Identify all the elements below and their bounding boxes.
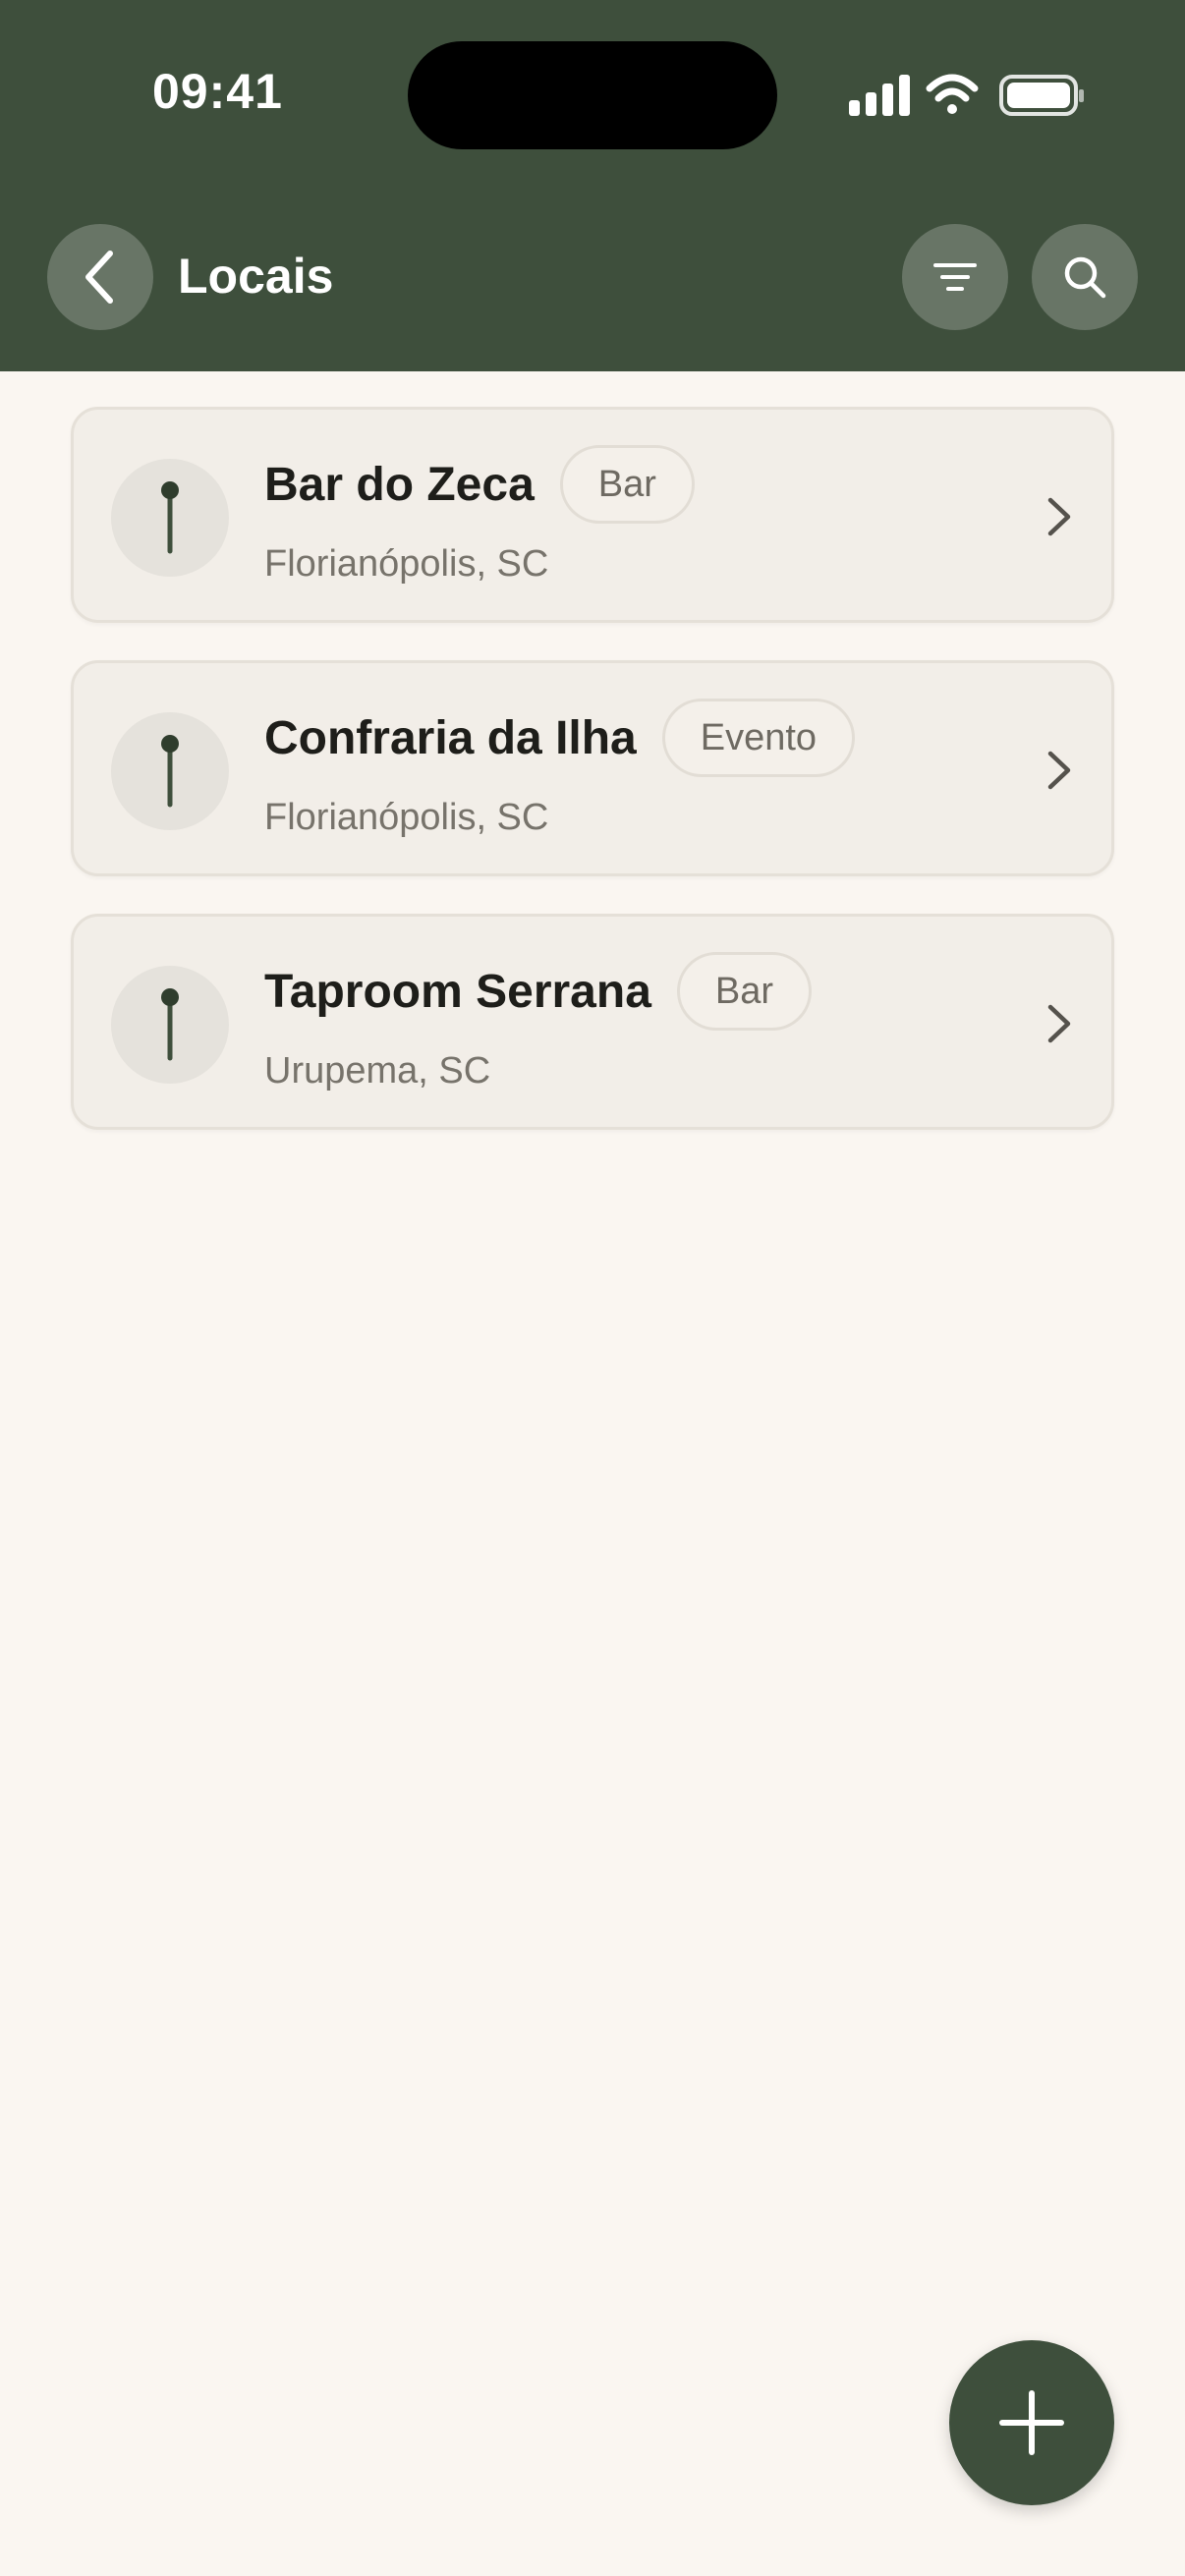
filter-icon xyxy=(933,263,977,291)
status-icons xyxy=(849,74,1084,116)
place-location: Florianópolis, SC xyxy=(264,797,549,838)
add-place-button[interactable] xyxy=(949,2340,1114,2505)
pin-icon xyxy=(161,988,179,1061)
place-location: Urupema, SC xyxy=(264,1050,491,1092)
pin-icon xyxy=(161,735,179,808)
signal-icon xyxy=(849,75,910,116)
place-card[interactable]: Confraria da Ilha Evento Florianópolis, … xyxy=(71,660,1114,876)
pin-avatar xyxy=(111,966,229,1084)
place-name: Bar do Zeca xyxy=(264,458,535,511)
battery-icon xyxy=(999,75,1084,116)
app-header: 09:41 Locais xyxy=(0,0,1185,371)
dynamic-island xyxy=(408,41,777,149)
wifi-icon xyxy=(926,74,979,114)
chevron-right-icon xyxy=(1047,751,1071,790)
filter-button[interactable] xyxy=(902,224,1008,330)
status-time: 09:41 xyxy=(152,64,283,119)
name-row: Taproom Serrana Bar xyxy=(264,952,813,1031)
type-badge: Bar xyxy=(559,445,695,524)
place-location: Florianópolis, SC xyxy=(264,543,549,585)
places-list: Bar do Zeca Bar Florianópolis, SC Confra… xyxy=(71,407,1114,1167)
search-icon xyxy=(1064,256,1106,299)
search-button[interactable] xyxy=(1032,224,1138,330)
plus-icon xyxy=(999,2390,1064,2455)
type-badge: Bar xyxy=(676,952,813,1031)
pin-icon xyxy=(161,481,179,554)
name-row: Bar do Zeca Bar xyxy=(264,445,695,524)
place-name: Confraria da Ilha xyxy=(264,711,637,764)
name-row: Confraria da Ilha Evento xyxy=(264,699,856,777)
place-name: Taproom Serrana xyxy=(264,965,651,1018)
page-title: Locais xyxy=(178,249,334,304)
pin-avatar xyxy=(111,712,229,830)
place-card[interactable]: Taproom Serrana Bar Urupema, SC xyxy=(71,914,1114,1130)
chevron-right-icon xyxy=(1047,497,1071,536)
place-card[interactable]: Bar do Zeca Bar Florianópolis, SC xyxy=(71,407,1114,623)
back-button[interactable] xyxy=(47,224,153,330)
type-badge: Evento xyxy=(661,699,856,777)
pin-avatar xyxy=(111,459,229,577)
chevron-right-icon xyxy=(1047,1004,1071,1043)
chevron-left-icon xyxy=(85,251,113,304)
